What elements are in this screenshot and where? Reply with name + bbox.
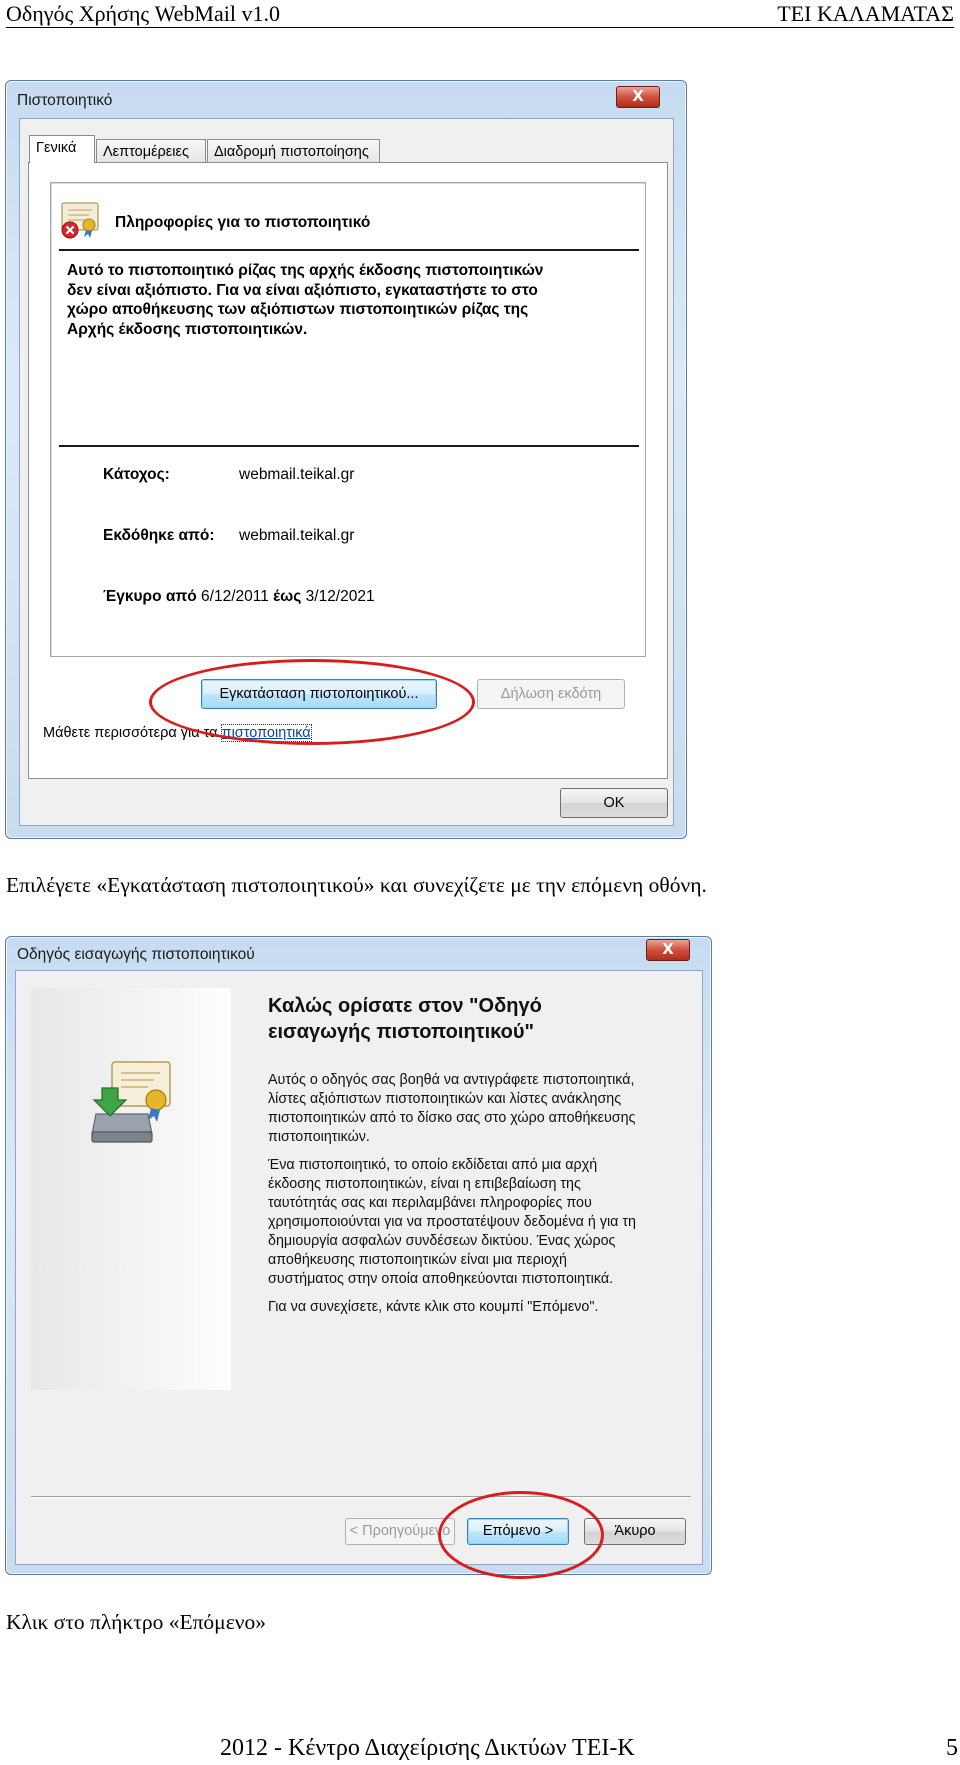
wizard-button-separator xyxy=(31,1496,691,1498)
wizard-heading-line: εισαγωγής πιστοποιητικού" xyxy=(268,1021,534,1043)
certificate-warning-text: Αυτό το πιστοποιητικό ρίζας της αρχής έκ… xyxy=(67,261,543,339)
issuer-value: webmail.teikal.gr xyxy=(239,527,355,544)
wizard-text-line: δημιουργία ασφαλών συνδέσεων δικτύου. Έν… xyxy=(268,1233,616,1249)
wizard-text-line: χρησιμοποιούνται για να προστατέψουν δεδ… xyxy=(268,1214,636,1230)
warning-line: Αυτό το πιστοποιητικό ρίζας της αρχής έκ… xyxy=(67,262,544,279)
validity-row: Έγκυρο από 6/12/2011 έως 3/12/2021 xyxy=(103,588,375,606)
page-header-institution: ΤΕΙ ΚΑΛΑΜΑΤΑΣ xyxy=(777,1,954,26)
wizard-text-line: αποθήκευσης πιστοποιητικών είναι μια περ… xyxy=(268,1252,567,1268)
certificate-install-icon xyxy=(91,1061,171,1143)
back-button[interactable]: < Προηγούμενο xyxy=(345,1518,455,1545)
issuer-label: Εκδόθηκε από: xyxy=(103,527,215,544)
valid-from-label: Έγκυρο από xyxy=(103,588,197,605)
holder-value: webmail.teikal.gr xyxy=(239,466,355,483)
wizard-text-line: ταυτότητάς σας και περιλαμβάνει πληροφορ… xyxy=(268,1195,592,1211)
holder-label: Κάτοχος: xyxy=(103,466,170,483)
warning-line: δεν είναι αξιόπιστο. Για να είναι αξιόπι… xyxy=(67,281,538,299)
install-certificate-button[interactable]: Εγκατάσταση πιστοποιητικού... xyxy=(201,679,437,709)
wizard-paragraph-2: Ένα πιστοποιητικό, το οποίο εκδίδεται απ… xyxy=(268,1156,636,1289)
certificate-error-icon xyxy=(61,202,99,239)
info-divider-bottom xyxy=(59,445,639,447)
import-wizard-title: Οδηγός εισαγωγής πιστοποιητικού xyxy=(17,946,255,963)
wizard-text-line: Αυτός ο οδηγός σας βοηθά να αντιγράφετε … xyxy=(268,1072,635,1088)
caption-select-install: Επιλέγετε «Εγκατάσταση πιστοποιητικού» κ… xyxy=(6,873,707,897)
warning-line: Αρχής έκδοσης πιστοποιητικών. xyxy=(67,320,308,338)
certificate-info-box: Πληροφορίες για το πιστοποιητικό Αυτό το… xyxy=(50,182,646,657)
wizard-text-line: έκδοσης πιστοποιητικών, είναι η επιβεβαί… xyxy=(268,1176,581,1192)
valid-from-value: 6/12/2011 xyxy=(201,588,269,605)
certificate-dialog-title: Πιστοποιητικό xyxy=(17,92,113,109)
wizard-text-line: Ένα πιστοποιητικό, το οποίο εκδίδεται απ… xyxy=(268,1157,598,1173)
wizard-text-line: πιστοποιητικών. xyxy=(268,1129,370,1145)
certificate-info-heading: Πληροφορίες για το πιστοποιητικό xyxy=(115,214,371,231)
caption-click-next: Κλικ στο πλήκτρο «Επόμενο» xyxy=(6,1610,266,1634)
tab-certification-path[interactable]: Διαδρομή πιστοποίησης xyxy=(207,139,380,163)
import-wizard-dialog: Οδηγός εισαγωγής πιστοποιητικού X Καλώς … xyxy=(5,936,712,1579)
warning-line: χώρο αποθήκευσης των αξιόπιστων πιστοποι… xyxy=(67,301,529,318)
page-footer: 2012 - Κέντρο Διαχείρισης Δικτύων ΤΕΙ-Κ xyxy=(220,1735,635,1761)
cancel-button[interactable]: Άκυρο xyxy=(584,1518,686,1545)
wizard-side-panel xyxy=(31,988,231,1390)
learn-more-text: Μάθετε περισσότερα για τα πιστοποιητικά xyxy=(43,724,312,742)
learn-more-link[interactable]: πιστοποιητικά xyxy=(220,724,312,742)
wizard-heading-line: Καλώς ορίσατε στον "Οδηγό xyxy=(268,995,542,1017)
page-number: 5 xyxy=(946,1735,958,1761)
tab-general[interactable]: Γενικά xyxy=(29,135,95,163)
certificate-dialog: Πιστοποιητικό X Γενικά Λεπτομέρειες Διαδ… xyxy=(5,80,687,839)
valid-to-label: έως xyxy=(273,588,302,605)
next-button[interactable]: Επόμενο > xyxy=(467,1518,569,1545)
page-header: Οδηγός Χρήσης WebMail v1.0 ΤΕΙ ΚΑΛΑΜΑΤΑΣ xyxy=(6,0,954,28)
wizard-text-line: λίστες αξιόπιστων πιστοποιητικών και λίσ… xyxy=(268,1091,622,1107)
learn-more-prefix: Μάθετε περισσότερα για τα xyxy=(43,725,218,741)
valid-to-value: 3/12/2021 xyxy=(305,588,375,605)
issuer-statement-button[interactable]: Δήλωση εκδότη xyxy=(477,679,625,709)
wizard-text-line: συστήματος στην οποία αποθηκεύονται πιστ… xyxy=(268,1271,614,1287)
wizard-paragraph-3: Για να συνεχίσετε, κάντε κλικ στο κουμπί… xyxy=(268,1299,599,1315)
close-icon[interactable]: X xyxy=(616,86,660,108)
ok-button[interactable]: OK xyxy=(560,788,668,818)
info-divider-top xyxy=(59,249,639,251)
close-icon[interactable]: X xyxy=(646,939,690,961)
wizard-text-line: πιστοποιητικών από το δίσκο σας στο χώρο… xyxy=(268,1110,636,1126)
tab-details[interactable]: Λεπτομέρειες xyxy=(96,139,206,163)
wizard-heading: Καλώς ορίσατε στον "Οδηγό εισαγωγής πιστ… xyxy=(268,993,542,1045)
page-header-title: Οδηγός Χρήσης WebMail v1.0 xyxy=(6,1,280,26)
wizard-paragraph-1: Αυτός ο οδηγός σας βοηθά να αντιγράφετε … xyxy=(268,1071,635,1147)
